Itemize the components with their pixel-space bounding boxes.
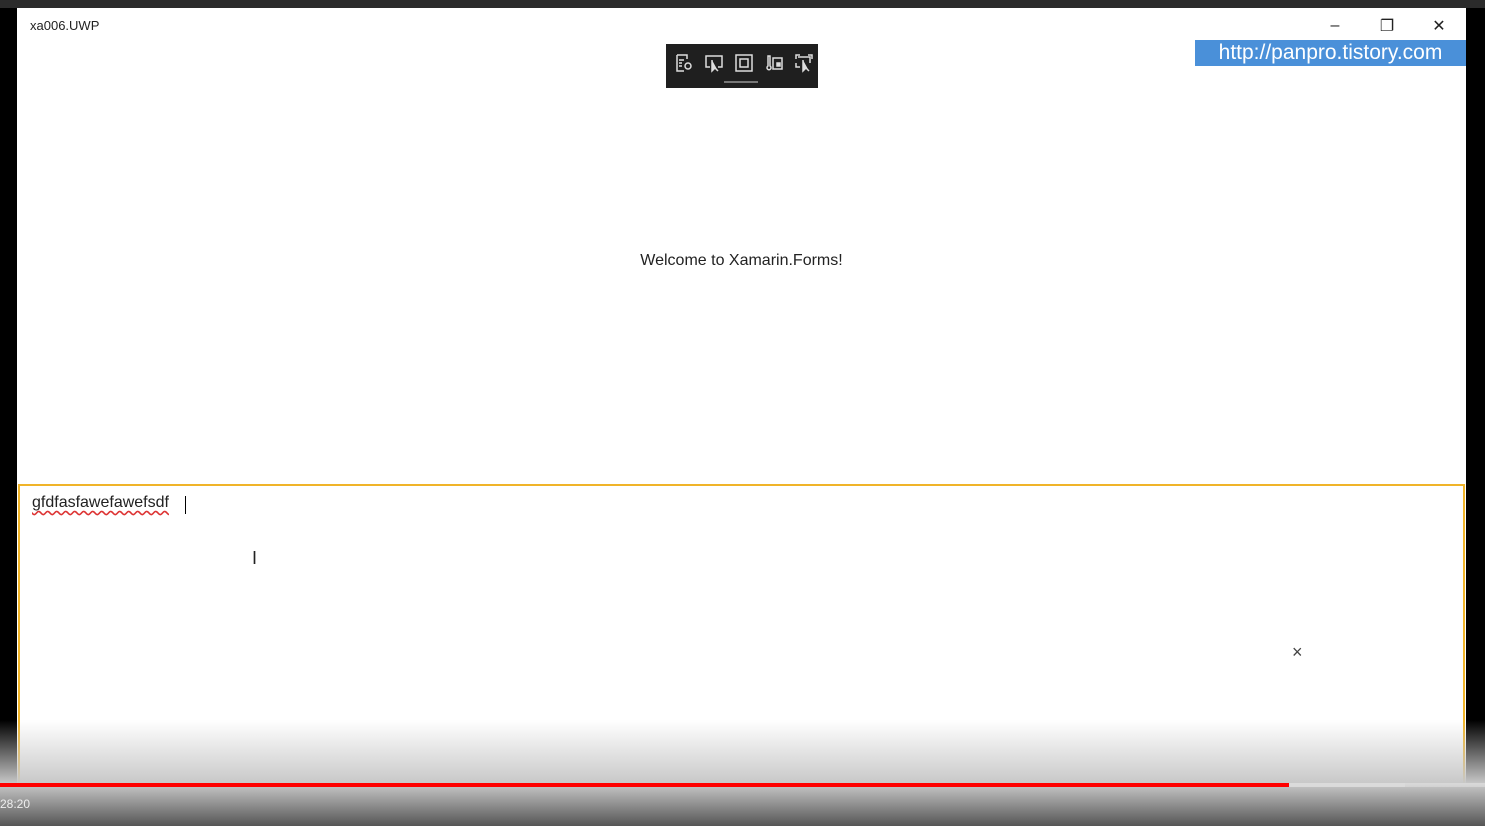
display-layout-adorners-icon[interactable] (732, 52, 756, 74)
select-element-icon[interactable] (702, 52, 726, 74)
debug-toolbar (666, 44, 818, 88)
video-time: 28:20 (0, 797, 31, 811)
close-icon[interactable]: × (1292, 642, 1303, 663)
window-title: xa006.UWP (30, 18, 100, 33)
app-window: xa006.UWP – ❐ ✕ http://panpro.tistory.co… (17, 8, 1466, 826)
video-controls-overlay (0, 720, 1485, 826)
close-button[interactable]: ✕ (1419, 14, 1459, 38)
welcome-label: Welcome to Xamarin.Forms! (640, 252, 843, 269)
live-visual-tree-icon[interactable] (672, 52, 696, 74)
ibeam-cursor-icon: I (252, 548, 258, 568)
editor-text[interactable]: gfdfasfawefawefsdf (32, 494, 169, 512)
toolbar-grip[interactable] (724, 81, 758, 83)
played-bar (0, 783, 1289, 787)
top-bar (0, 0, 1485, 8)
preview-selection-icon[interactable] (792, 52, 816, 74)
text-caret (185, 496, 186, 514)
watermark-url: http://panpro.tistory.com (1195, 40, 1466, 66)
editor-value: gfdfasfawefawefsdf (32, 494, 169, 511)
video-progress-bar[interactable] (0, 783, 1485, 787)
minimize-button[interactable]: – (1315, 14, 1355, 38)
restore-button[interactable]: ❐ (1367, 14, 1407, 38)
track-focus-icon[interactable] (762, 52, 786, 74)
